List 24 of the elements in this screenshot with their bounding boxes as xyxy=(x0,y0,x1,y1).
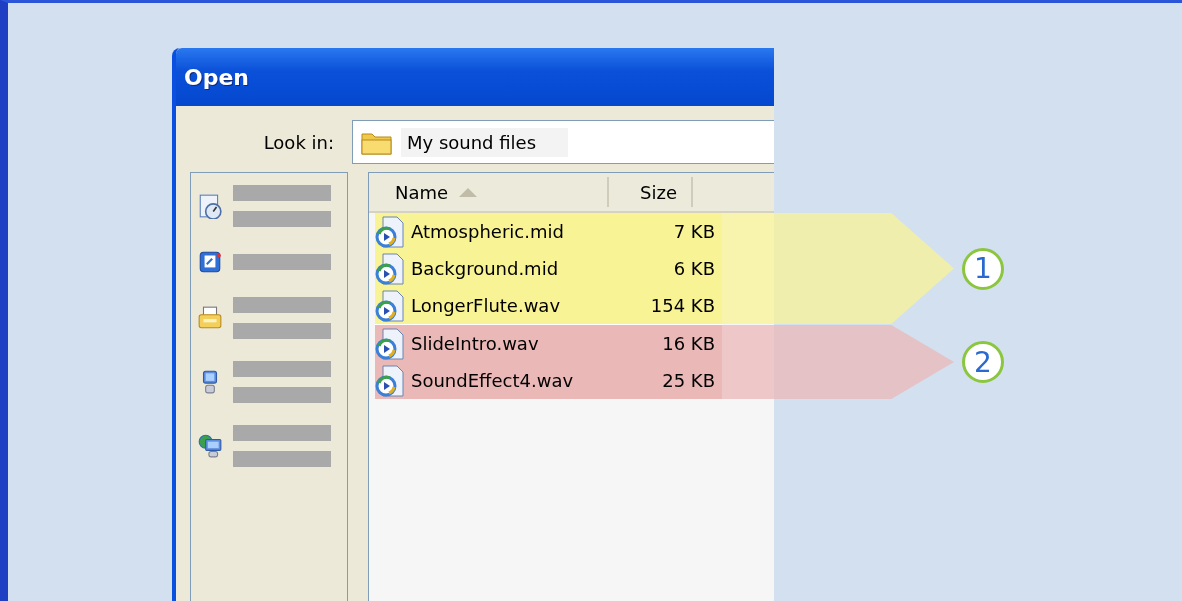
file-name[interactable]: Background.mid xyxy=(405,258,633,279)
file-size: 16 KB xyxy=(661,333,715,354)
look-in-dropdown[interactable]: My sound files xyxy=(352,120,774,164)
column-header[interactable]: Size xyxy=(609,177,693,207)
file-name[interactable]: Atmospheric.mid xyxy=(405,221,633,242)
place-icon[interactable] xyxy=(197,193,223,219)
window-title: Open xyxy=(176,48,774,106)
column-header[interactable]: Name xyxy=(369,177,609,207)
place-icon[interactable] xyxy=(197,249,223,275)
place-icon[interactable] xyxy=(197,433,223,459)
audio-file-icon xyxy=(375,215,405,248)
file-size: 154 KB xyxy=(649,295,715,316)
file-name[interactable]: LongerFlute.wav xyxy=(405,295,633,316)
file-name[interactable]: SoundEffect4.wav xyxy=(405,370,633,391)
audio-file-icon xyxy=(375,289,405,322)
callout-number: 2 xyxy=(962,341,1004,383)
file-size: 7 KB xyxy=(672,221,715,242)
file-name[interactable]: SlideIntro.wav xyxy=(405,333,633,354)
place-icon[interactable] xyxy=(197,305,223,331)
audio-file-icon xyxy=(375,252,405,285)
file-size: 25 KB xyxy=(661,370,715,391)
file-size: 6 KB xyxy=(672,258,715,279)
callout-number: 1 xyxy=(962,247,1004,290)
look-in-label: Look in: xyxy=(262,131,335,153)
